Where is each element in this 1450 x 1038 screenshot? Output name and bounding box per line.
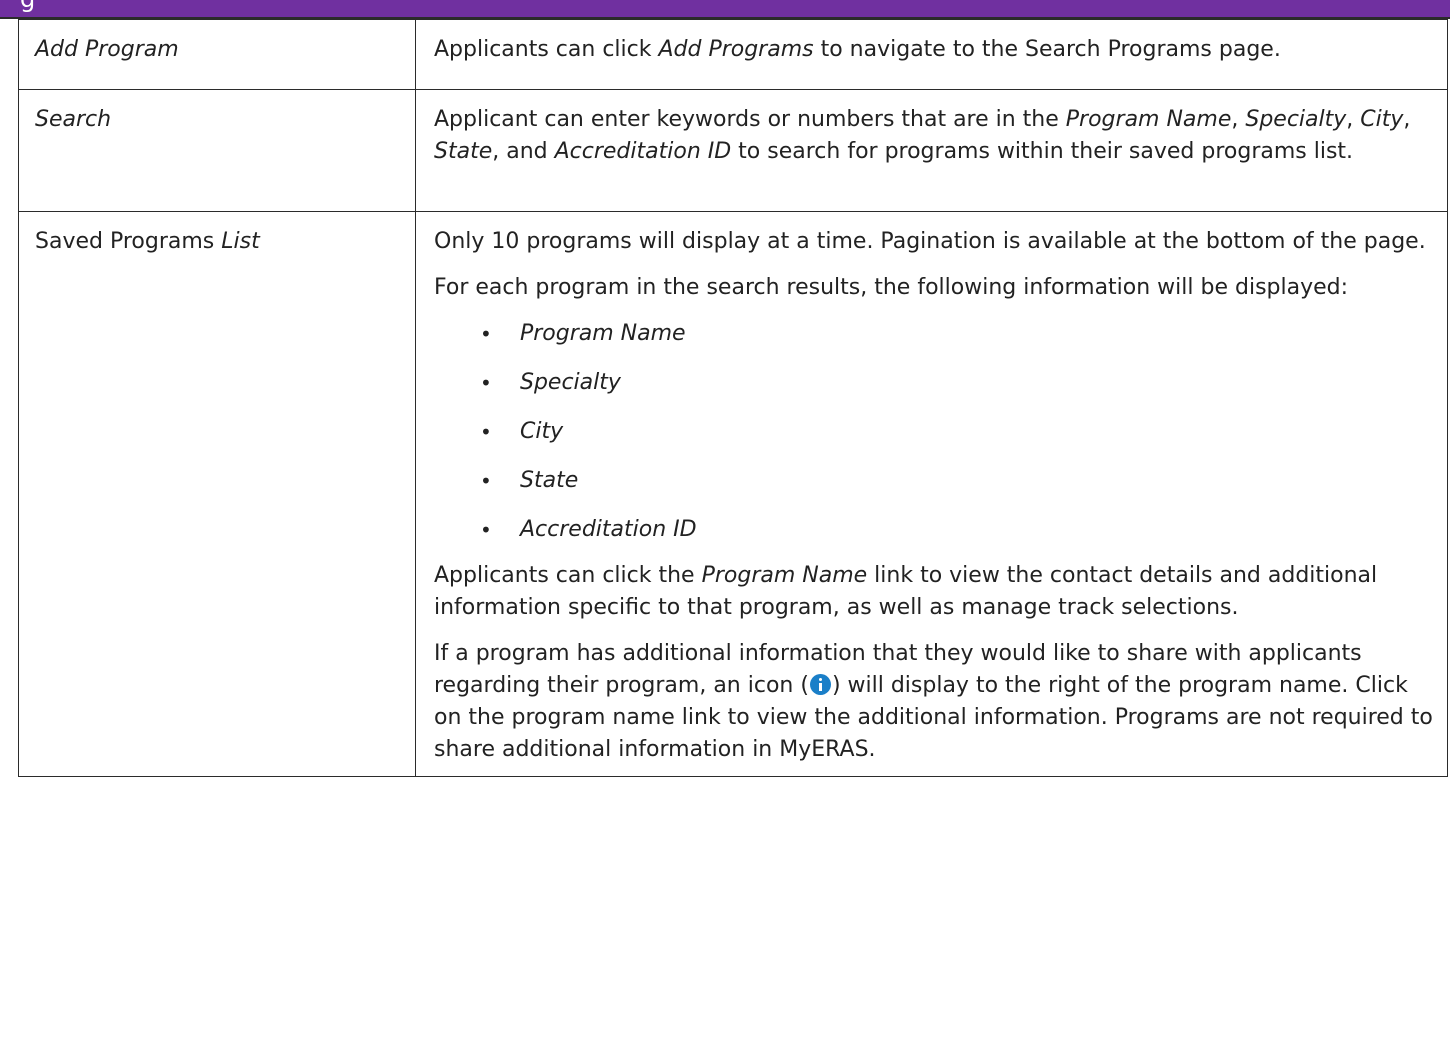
term-add-program: Add Program bbox=[35, 37, 179, 62]
text-run: to navigate to the Search Programs page. bbox=[813, 37, 1281, 62]
table-row-add-program: Add Program Applicants can click Add Pro… bbox=[18, 19, 1448, 90]
info-icon bbox=[809, 674, 831, 695]
term-list: List bbox=[221, 229, 260, 254]
italic-run: City bbox=[1360, 107, 1404, 132]
field-name: Accreditation ID bbox=[520, 517, 697, 542]
field-name: Program Name bbox=[520, 321, 686, 346]
text-run: , and bbox=[492, 139, 555, 164]
bullet-glyph: • bbox=[480, 420, 492, 444]
italic-run: Add Programs bbox=[658, 37, 814, 62]
term-cell: Add Program bbox=[18, 19, 416, 90]
description-cell: Applicants can click Add Programs to nav… bbox=[415, 19, 1448, 90]
text-run: to search for programs within their save… bbox=[731, 139, 1354, 164]
field-name: City bbox=[520, 419, 564, 444]
list-item: • Specialty bbox=[434, 367, 1433, 399]
text-run: , bbox=[1403, 107, 1411, 132]
italic-run: Program Name bbox=[701, 563, 868, 588]
italic-run: Specialty bbox=[1245, 107, 1347, 132]
text-run: Applicants can click the bbox=[434, 563, 702, 588]
field-name: State bbox=[520, 468, 579, 493]
program-name-link-paragraph: Applicants can click the Program Name li… bbox=[434, 560, 1433, 624]
term-saved-programs: Saved Programs bbox=[35, 229, 222, 254]
bullet-glyph: • bbox=[480, 371, 492, 395]
list-item: • City bbox=[434, 416, 1433, 448]
list-item: • State bbox=[434, 465, 1433, 497]
description-cell: Only 10 programs will display at a time.… bbox=[415, 211, 1448, 777]
table-row-search: Search Applicant can enter keywords or n… bbox=[18, 89, 1448, 212]
list-item: • Accreditation ID bbox=[434, 514, 1433, 546]
italic-run: Accreditation ID bbox=[554, 139, 732, 164]
field-name: Specialty bbox=[520, 370, 621, 395]
text-run: , bbox=[1346, 107, 1361, 132]
term-cell: Search bbox=[18, 89, 416, 212]
bullet-glyph: • bbox=[480, 518, 492, 542]
bullet-glyph: • bbox=[480, 469, 492, 493]
description-cell: Applicant can enter keywords or numbers … bbox=[415, 89, 1448, 212]
list-item: • Program Name bbox=[434, 318, 1433, 350]
term-search: Search bbox=[35, 107, 112, 132]
table-row-saved-programs-list: Saved Programs List Only 10 programs wil… bbox=[18, 211, 1448, 777]
term-cell: Saved Programs List bbox=[18, 211, 416, 777]
section-header-title: g bbox=[20, 0, 35, 12]
search-description: Applicant can enter keywords or numbers … bbox=[434, 104, 1433, 168]
italic-run: Program Name bbox=[1065, 107, 1232, 132]
additional-info-paragraph: If a program has additional information … bbox=[434, 638, 1433, 766]
text-run: , bbox=[1231, 107, 1246, 132]
text-run: Applicant can enter keywords or numbers … bbox=[434, 107, 1066, 132]
bullet-glyph: • bbox=[480, 322, 492, 346]
reference-table: Add Program Applicants can click Add Pro… bbox=[18, 19, 1448, 777]
displayed-fields-list: • Program Name • Specialty • City • State • A… bbox=[434, 318, 1433, 546]
pagination-paragraph: Only 10 programs will display at a time.… bbox=[434, 229, 1426, 254]
displayed-fields-intro: For each program in the search results, … bbox=[434, 275, 1349, 300]
section-header-bar: g bbox=[0, 0, 1450, 19]
italic-run: State bbox=[434, 139, 493, 164]
text-run: Applicants can click bbox=[434, 37, 659, 62]
add-program-description: Applicants can click Add Programs to nav… bbox=[434, 34, 1433, 66]
